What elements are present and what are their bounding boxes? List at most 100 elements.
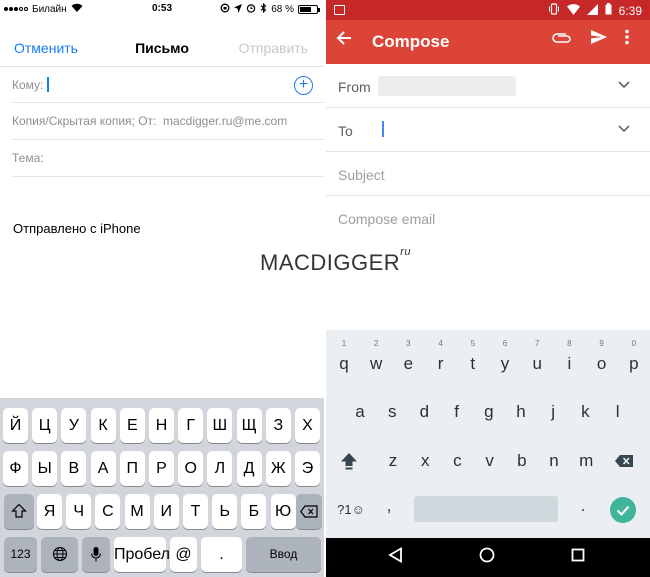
home-circle-icon[interactable] <box>479 547 495 568</box>
key-o[interactable]: o9 <box>587 340 617 382</box>
key-Э[interactable]: Э <box>295 451 320 486</box>
paperclip-icon[interactable] <box>552 30 572 51</box>
key-m[interactable]: m <box>571 443 601 479</box>
key-j[interactable]: j <box>538 394 568 430</box>
key-Я[interactable]: Я <box>37 494 62 529</box>
key-Д[interactable]: Д <box>236 451 262 486</box>
key-С[interactable]: С <box>95 494 121 529</box>
key-Ь[interactable]: Ь <box>212 494 238 529</box>
key-t[interactable]: t5 <box>458 340 488 382</box>
key-s[interactable]: s <box>377 394 407 430</box>
key-Ж[interactable]: Ж <box>265 451 291 486</box>
chevron-down-icon[interactable] <box>618 78 630 92</box>
key-О[interactable]: О <box>178 451 204 486</box>
subject-field[interactable]: Тема: <box>0 141 324 175</box>
key-Ш[interactable]: Ш <box>207 408 233 443</box>
delete-icon[interactable] <box>296 494 322 529</box>
key-Р[interactable]: Р <box>149 451 174 486</box>
key-Л[interactable]: Л <box>207 451 233 486</box>
key-r[interactable]: r4 <box>426 340 456 382</box>
key-В[interactable]: В <box>61 451 87 486</box>
message-body[interactable] <box>0 178 324 398</box>
numbers-key[interactable]: 123 <box>4 537 37 572</box>
key-b[interactable]: b <box>507 443 537 479</box>
key-comma[interactable]: , <box>374 488 404 524</box>
key-Е[interactable]: Е <box>119 408 145 443</box>
subject-placeholder: Subject <box>338 167 385 183</box>
page-title: Compose <box>372 32 450 51</box>
key-z[interactable]: z <box>378 443 408 479</box>
send-button[interactable]: Отправить <box>239 40 308 56</box>
delete-icon[interactable] <box>609 443 639 479</box>
key-Щ[interactable]: Щ <box>236 408 262 443</box>
key-М[interactable]: М <box>124 494 150 529</box>
key-Б[interactable]: Б <box>241 494 267 529</box>
from-field[interactable]: From <box>326 64 650 108</box>
key-Й[interactable]: Й <box>3 408 28 443</box>
key-Ч[interactable]: Ч <box>66 494 92 529</box>
key-e[interactable]: e3 <box>393 340 423 382</box>
to-field[interactable] <box>46 70 286 100</box>
key-comma-label: , <box>386 496 392 515</box>
space-key[interactable]: Пробел <box>114 537 170 572</box>
cc-from-field[interactable]: Копия/Скрытая копия; От: macdigger.ru@me… <box>0 104 324 138</box>
key-v-label: v <box>485 451 494 470</box>
microphone-icon[interactable] <box>82 537 110 572</box>
key-x[interactable]: x <box>410 443 440 479</box>
key-Ю[interactable]: Ю <box>270 494 296 529</box>
key-dot[interactable]: . <box>568 488 598 524</box>
key-p[interactable]: p0 <box>619 340 649 382</box>
key-g[interactable]: g <box>474 394 504 430</box>
key-v[interactable]: v <box>475 443 505 479</box>
recents-square-icon[interactable] <box>571 547 585 567</box>
shift-icon[interactable] <box>334 443 364 479</box>
symbols-key[interactable]: ?1☺ <box>336 492 366 528</box>
key-П[interactable]: П <box>119 451 145 486</box>
key-n[interactable]: n <box>539 443 569 479</box>
key-Г[interactable]: Г <box>178 408 204 443</box>
subject-field[interactable]: Subject <box>326 152 650 196</box>
send-icon[interactable] <box>590 28 608 52</box>
key-q-hint: 1 <box>341 339 347 348</box>
key-Н[interactable]: Н <box>149 408 174 443</box>
chevron-down-icon[interactable] <box>618 122 630 136</box>
key-a[interactable]: a <box>345 394 375 430</box>
key-h[interactable]: h <box>506 394 536 430</box>
arrow-back-icon[interactable] <box>336 29 352 52</box>
back-triangle-icon[interactable] <box>388 546 404 568</box>
key-Х[interactable]: Х <box>295 408 320 443</box>
space-key[interactable] <box>414 496 558 522</box>
key-У[interactable]: У <box>61 408 87 443</box>
add-contact-icon[interactable]: + <box>294 76 313 95</box>
key-c[interactable]: c <box>442 443 472 479</box>
key-y[interactable]: y6 <box>490 340 520 382</box>
to-field[interactable]: To <box>326 108 650 152</box>
key-dot[interactable]: . <box>201 537 242 572</box>
more-vert-icon[interactable] <box>624 29 630 50</box>
key-i[interactable]: i8 <box>554 340 584 382</box>
key-Ы[interactable]: Ы <box>32 451 58 486</box>
enter-key[interactable]: Ввод <box>246 537 321 572</box>
key-k[interactable]: k <box>570 394 600 430</box>
key-А[interactable]: А <box>90 451 116 486</box>
android-gmail-compose-screen: 6:39 Compose From To Subject Compose ema… <box>326 0 650 577</box>
key-К[interactable]: К <box>90 408 116 443</box>
shift-icon[interactable] <box>4 494 34 529</box>
signature-text: Отправлено с iPhone <box>13 221 141 236</box>
key-u[interactable]: u7 <box>522 340 552 382</box>
body-placeholder: Compose email <box>338 211 436 227</box>
key-И[interactable]: И <box>153 494 179 529</box>
key-Т[interactable]: Т <box>183 494 208 529</box>
key-Ф[interactable]: Ф <box>3 451 28 486</box>
key-o-hint: 9 <box>599 339 604 348</box>
enter-check-icon[interactable] <box>610 497 636 523</box>
key-w[interactable]: w2 <box>361 340 391 382</box>
key-at[interactable]: @ <box>170 537 197 572</box>
globe-icon[interactable] <box>41 537 78 572</box>
key-f[interactable]: f <box>442 394 472 430</box>
key-Ц[interactable]: Ц <box>32 408 58 443</box>
key-З[interactable]: З <box>265 408 291 443</box>
key-q[interactable]: q1 <box>329 340 359 382</box>
key-d[interactable]: d <box>409 394 439 430</box>
key-l[interactable]: l <box>603 394 633 430</box>
